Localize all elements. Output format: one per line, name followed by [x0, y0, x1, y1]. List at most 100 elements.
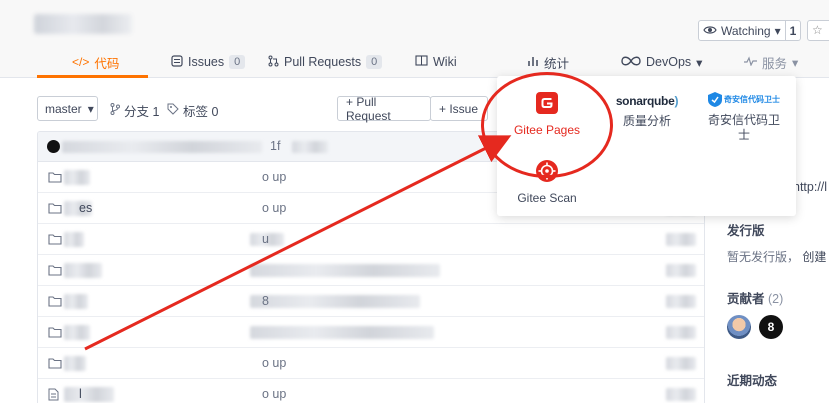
commit-message[interactable]: o up — [262, 170, 286, 184]
tab-label: Wiki — [433, 55, 457, 69]
tab-label: Pull Requests — [284, 55, 362, 69]
folder-icon — [48, 233, 62, 245]
active-tab-indicator — [37, 75, 148, 78]
qianxin-item[interactable]: 奇安信代码卫士 奇安信代码卫士 — [704, 92, 784, 143]
commit-message[interactable]: u — [262, 232, 269, 246]
star-icon: ☆ — [812, 23, 823, 37]
commit-message[interactable]: o up — [262, 387, 286, 401]
highlight-circle-annotation — [481, 72, 613, 178]
commit-time-redacted — [666, 233, 696, 246]
create-release-link[interactable]: 创建 — [802, 250, 826, 264]
branches-link[interactable]: 分支 1 — [110, 101, 159, 120]
commit-message[interactable]: o up — [262, 201, 286, 215]
commit-message[interactable]: 8 — [262, 294, 269, 308]
issues-count-badge: 0 — [229, 55, 246, 69]
contributor-avatar[interactable]: 8 — [759, 315, 783, 339]
gitee-scan-label: Gitee Scan — [517, 191, 577, 205]
tab-label: 统计 — [544, 56, 570, 71]
homepage-link[interactable]: http://l — [793, 180, 827, 194]
star-button[interactable]: ☆ — [807, 20, 829, 41]
tab-label: 服务 — [762, 56, 788, 71]
qianxin-logo-text: 奇安信代码卫士 — [724, 95, 780, 104]
file-name[interactable]: es — [79, 201, 92, 215]
watch-count[interactable]: 1 — [786, 24, 801, 38]
repo-tabs: </> 代码 Issues 0 Pull Requests 0 Wiki 统计 … — [0, 46, 829, 78]
file-name-redacted — [64, 232, 84, 247]
file-row[interactable] — [38, 317, 704, 348]
chart-icon — [527, 55, 539, 70]
chevron-down-icon: ▾ — [774, 23, 781, 38]
commit-time-redacted — [666, 326, 696, 339]
folder-icon — [48, 264, 62, 276]
no-release-text: 暂无发行版， — [727, 250, 800, 264]
tab-label: 代码 — [94, 56, 120, 71]
recent-activity-heading: 近期动态 — [727, 374, 778, 388]
file-icon — [48, 388, 62, 401]
branch-icon — [110, 103, 120, 118]
eye-icon — [703, 24, 717, 38]
pulse-icon — [744, 55, 757, 69]
tab-devops[interactable]: DevOps ▾ — [621, 46, 702, 78]
tags-link[interactable]: 标签 0 — [167, 101, 218, 120]
folder-icon — [48, 171, 62, 183]
folder-icon — [48, 357, 62, 369]
infinity-icon — [621, 55, 641, 69]
pull-request-icon — [268, 55, 279, 70]
tab-pull-requests[interactable]: Pull Requests 0 — [268, 46, 383, 78]
tab-wiki[interactable]: Wiki — [415, 46, 457, 78]
file-row[interactable]: o up — [38, 348, 704, 379]
tab-services[interactable]: 服务 ▾ — [744, 46, 798, 78]
file-name-redacted — [64, 294, 88, 309]
file-name-redacted — [64, 356, 86, 371]
commit-author-avatar[interactable] — [47, 140, 60, 153]
tag-icon — [167, 103, 179, 118]
commit-time-redacted — [666, 388, 696, 401]
sonarqube-logo-text: sonarqube — [615, 94, 675, 108]
file-row[interactable]: l o up — [38, 379, 704, 403]
file-row[interactable] — [38, 255, 704, 286]
commit-time-redacted — [666, 264, 696, 277]
commit-msg-redacted — [250, 326, 434, 339]
new-pull-request-button[interactable]: + Pull Request — [337, 95, 431, 123]
file-name-redacted — [64, 263, 102, 278]
repo-title-redacted — [34, 14, 132, 34]
commit-hash[interactable]: 1f — [270, 139, 280, 153]
commit-info-redacted — [62, 141, 262, 153]
new-issue-button[interactable]: + Issue — [430, 96, 488, 121]
folder-icon — [48, 326, 62, 338]
commit-message[interactable]: o up — [262, 356, 286, 370]
tab-label: DevOps — [646, 55, 692, 69]
commit-time-redacted — [666, 295, 696, 308]
commit-time-redacted — [666, 357, 696, 370]
quality-analysis-item[interactable]: sonarqube) 质量分析 — [605, 94, 689, 129]
qianxin-logo: 奇安信代码卫士 — [708, 92, 780, 107]
releases-text: 暂无发行版， 创建 — [727, 248, 826, 265]
commit-msg-redacted — [250, 264, 440, 277]
commit-time-redacted — [292, 141, 328, 153]
file-name[interactable]: l — [79, 387, 82, 401]
repo-header: Watching ▾ 1 ☆ </> 代码 Issues 0 Pull Requ… — [0, 0, 829, 78]
tab-label: Issues — [188, 55, 225, 69]
branch-select[interactable]: master ▾ — [37, 96, 98, 121]
watch-label: Watching — [721, 23, 771, 38]
file-row[interactable]: 8 — [38, 286, 704, 317]
pr-count-badge: 0 — [366, 55, 383, 69]
watch-button[interactable]: Watching ▾ 1 — [698, 20, 802, 41]
commit-msg-redacted — [250, 295, 420, 308]
issues-icon — [171, 54, 183, 70]
chevron-down-icon: ▾ — [87, 101, 94, 116]
folder-icon — [48, 202, 62, 214]
folder-icon — [48, 295, 62, 307]
releases-heading: 发行版 — [727, 224, 765, 238]
file-name-redacted — [64, 170, 90, 185]
chevron-down-icon: ▾ — [792, 55, 799, 70]
contributor-avatar[interactable] — [727, 315, 751, 339]
contributors-heading: 贡献者 (2) — [727, 288, 783, 307]
file-row[interactable]: u — [38, 224, 704, 255]
book-icon — [415, 55, 428, 69]
qianxin-label: 奇安信代码卫士 — [707, 113, 780, 142]
file-name-redacted — [64, 387, 114, 402]
tab-issues[interactable]: Issues 0 — [171, 46, 246, 78]
tab-code[interactable]: </> 代码 — [72, 46, 119, 78]
contributors-title: 贡献者 — [727, 292, 765, 306]
